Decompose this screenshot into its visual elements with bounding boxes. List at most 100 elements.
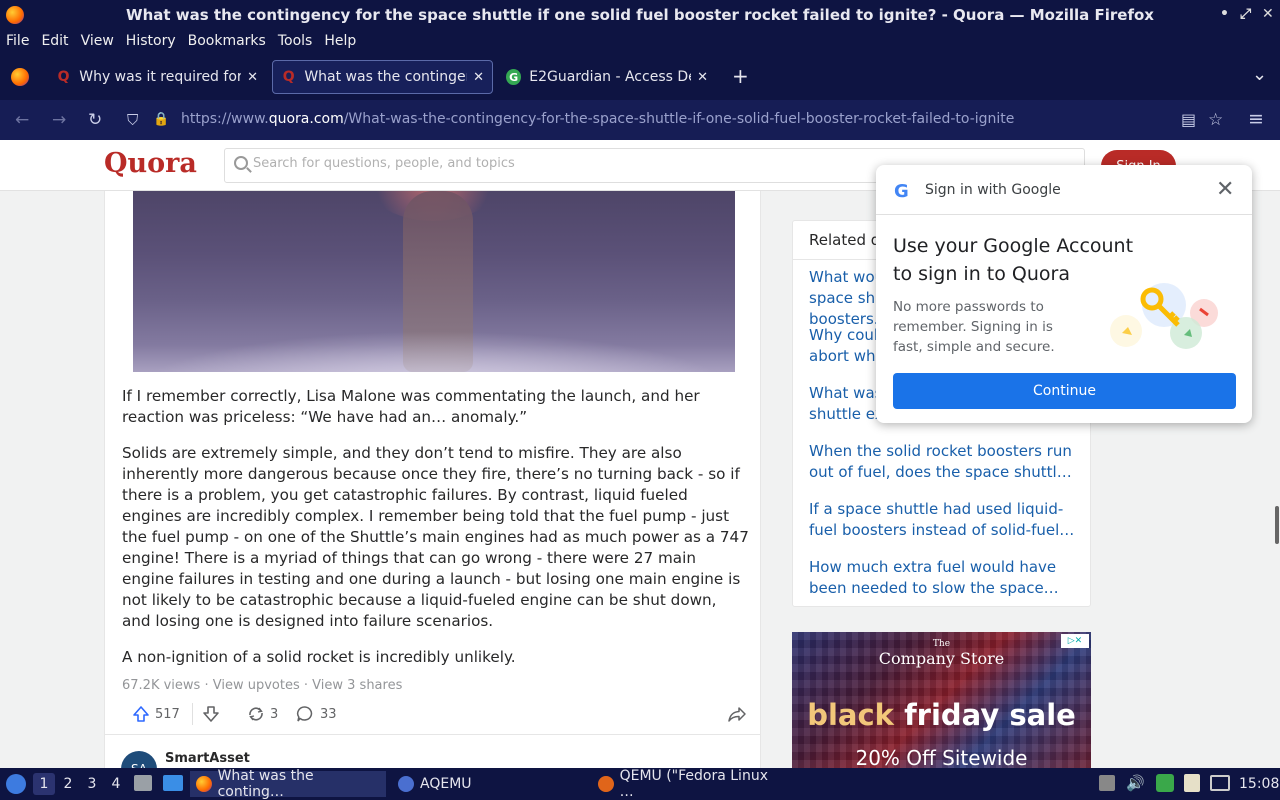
ad-headline: black friday sale <box>807 698 1076 732</box>
downvote-arrow-icon <box>203 706 219 722</box>
minimize-icon[interactable]: • <box>1220 6 1229 22</box>
task-qemu[interactable]: QEMU ("Fedora Linux … <box>592 768 788 800</box>
close-window-icon[interactable]: ✕ <box>1262 6 1274 22</box>
advertisement[interactable]: The Company Store black friday sale 20% O… <box>792 632 1091 768</box>
tray-green-icon[interactable] <box>1156 774 1174 792</box>
reshare-icon <box>249 707 263 721</box>
related-question-link[interactable]: When the solid rocket boosters run out o… <box>809 441 1079 483</box>
task-aqemu[interactable]: AQEMU <box>392 771 586 797</box>
qemu-icon <box>598 776 614 792</box>
task-label: What was the conting… <box>217 768 314 800</box>
answer-paragraph: Solids are extremely simple, and they do… <box>122 444 749 630</box>
workspace-4[interactable]: 4 <box>105 773 127 795</box>
search-icon <box>234 156 248 170</box>
tab-list-icon[interactable]: ⌄ <box>1252 64 1267 85</box>
author-name[interactable]: SmartAsset <box>165 751 250 766</box>
menu-tools[interactable]: Tools <box>272 33 319 49</box>
navigation-bar: ← → ↻ ⛉ 🔒 https://www.quora.com/What-was… <box>0 100 1280 140</box>
answer-stats: 67.2K views · View upvotes · View 3 shar… <box>122 678 403 693</box>
scrollbar-thumb[interactable] <box>1275 506 1279 544</box>
firefox-icon <box>196 776 212 792</box>
quora-logo[interactable]: Quora <box>104 148 197 179</box>
menu-view[interactable]: View <box>75 33 120 49</box>
workspace-3[interactable]: 3 <box>81 773 103 795</box>
window-title: What was the contingency for the space s… <box>126 6 1154 24</box>
ad-choices-icon[interactable]: ▷✕ <box>1061 634 1089 648</box>
show-desktop-icon[interactable] <box>163 775 183 791</box>
upvote-button[interactable]: 517 <box>132 705 180 723</box>
popup-header: G Sign in with Google ✕ <box>876 165 1252 215</box>
tab-close-icon[interactable]: ✕ <box>473 70 484 85</box>
workspace-2[interactable]: 2 <box>57 773 79 795</box>
clipboard-icon[interactable] <box>1184 774 1200 792</box>
popup-title: Sign in with Google <box>925 182 1061 198</box>
tab-label: What was the contingency <box>304 69 467 85</box>
tab-label: E2Guardian - Access Denied <box>529 69 691 85</box>
aqemu-icon <box>398 776 414 792</box>
lock-icon[interactable]: 🔒 <box>153 112 169 127</box>
upvote-arrow-icon <box>133 706 149 722</box>
close-icon[interactable]: ✕ <box>1216 177 1234 202</box>
display-icon[interactable] <box>1210 775 1230 791</box>
comment-bubble-icon <box>296 706 313 722</box>
tab-contingency[interactable]: Q What was the contingency ✕ <box>272 60 493 94</box>
continue-button[interactable]: Continue <box>893 373 1236 409</box>
tab-label: Why was it required for the <box>79 69 242 85</box>
shuttle-launch-image <box>133 191 735 372</box>
reader-view-icon[interactable]: ▤ <box>1181 110 1196 129</box>
upvote-count: 517 <box>155 706 180 722</box>
share-count: 3 <box>270 706 279 722</box>
workspace-1[interactable]: 1 <box>33 773 55 795</box>
tab-close-icon[interactable]: ✕ <box>697 70 708 85</box>
related-question-link[interactable]: How much extra fuel would have been need… <box>809 557 1079 599</box>
menu-bar: File Edit View History Bookmarks Tools H… <box>0 30 1280 52</box>
key-illustration-icon <box>1110 283 1218 349</box>
view-upvotes-link[interactable]: View upvotes <box>213 678 300 693</box>
new-tab-icon[interactable]: + <box>732 64 749 88</box>
file-manager-icon[interactable] <box>134 775 152 791</box>
clock: 15:08 <box>1239 776 1280 792</box>
menu-history[interactable]: History <box>120 33 182 49</box>
menu-bookmarks[interactable]: Bookmarks <box>182 33 272 49</box>
quora-favicon-icon: Q <box>282 69 295 85</box>
url-path: /What-was-the-contingency-for-the-space-… <box>343 111 1015 127</box>
menu-file[interactable]: File <box>0 33 35 49</box>
url-bar[interactable]: https://www.quora.com/What-was-the-conti… <box>181 111 1014 127</box>
back-icon[interactable]: ← <box>15 110 29 130</box>
maximize-icon[interactable]: ⤢ <box>1240 6 1251 22</box>
tab-close-icon[interactable]: ✕ <box>247 70 258 85</box>
tab-why-required[interactable]: Q Why was it required for the ✕ <box>48 60 266 94</box>
answer-card: If I remember correctly, Lisa Malone was… <box>104 191 761 787</box>
window-titlebar: What was the contingency for the space s… <box>0 0 1280 30</box>
hamburger-menu-icon[interactable]: ≡ <box>1248 108 1264 130</box>
reload-icon[interactable]: ↻ <box>88 110 102 130</box>
system-taskbar: 1 2 3 4 What was the conting… AQEMU QEMU… <box>0 768 1280 800</box>
ad-offer: 20% Off Sitewide <box>855 746 1028 768</box>
volume-icon[interactable]: 🔊 <box>1126 774 1145 792</box>
popup-description: No more passwords to remember. Signing i… <box>893 299 1055 355</box>
tray-app-icon[interactable] <box>1099 775 1115 791</box>
firefox-logo-icon <box>6 6 24 24</box>
tab-e2guardian[interactable]: G E2Guardian - Access Denied ✕ <box>498 60 716 94</box>
url-prefix: https://www. <box>181 111 269 127</box>
downvote-button[interactable] <box>202 705 220 723</box>
start-menu-icon[interactable] <box>6 774 26 794</box>
share-count-button[interactable]: 3 <box>246 705 278 723</box>
related-question-link[interactable]: If a space shuttle had used liquid-fuel … <box>809 499 1079 541</box>
comments-button[interactable]: 33 <box>296 705 337 723</box>
comment-count: 33 <box>320 706 337 722</box>
forward-icon[interactable]: → <box>52 110 66 130</box>
task-label: AQEMU <box>420 776 472 792</box>
menu-edit[interactable]: Edit <box>35 33 74 49</box>
task-firefox[interactable]: What was the conting… <box>190 768 386 800</box>
bookmark-star-icon[interactable]: ☆ <box>1208 110 1223 130</box>
view-shares-link[interactable]: View 3 shares <box>312 678 402 693</box>
share-arrow-icon <box>728 707 746 722</box>
tracking-shield-icon[interactable]: ⛉ <box>127 111 138 129</box>
firefox-view-icon[interactable] <box>11 68 29 86</box>
google-logo-icon: G <box>894 181 909 202</box>
share-button[interactable] <box>727 705 747 723</box>
menu-help[interactable]: Help <box>318 33 362 49</box>
task-label: QEMU ("Fedora Linux … <box>619 768 768 800</box>
quora-favicon-icon: Q <box>57 69 70 85</box>
